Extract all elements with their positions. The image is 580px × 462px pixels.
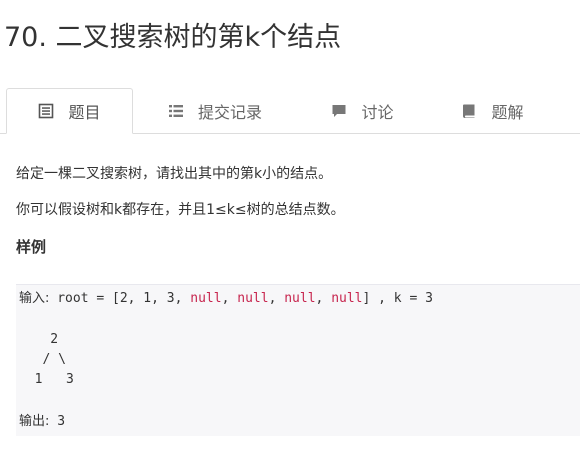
output-label: 输出: — [19, 414, 50, 429]
example-code-block: 输入: root = [2, 1, 3, null, null, null, n… — [16, 284, 580, 436]
tree-line-root: 2 — [19, 332, 59, 347]
page-title: 70. 二叉搜索树的第k个结点 — [4, 22, 342, 53]
comma: , — [268, 291, 285, 306]
root-assign: root = [2, 1, 3, — [49, 291, 191, 306]
tab-label: 题解 — [491, 103, 524, 122]
tab-solutions[interactable]: 题解 — [440, 88, 545, 134]
null-keyword: null — [237, 291, 269, 306]
description-line-2: 你可以假设树和k都存在，并且1≤k≤树的总结点数。 — [16, 202, 345, 218]
problem-description: 给定一棵二叉搜索树，请找出其中的第k小的结点。 你可以假设树和k都存在，并且1≤… — [16, 164, 572, 257]
problem-tabs: 题目 提交记录 讨论 题解 — [0, 88, 580, 134]
tab-label: 提交记录 — [197, 103, 262, 122]
input-label: 输入: — [19, 291, 50, 306]
example-input-line: 输入: root = [2, 1, 3, null, null, null, n… — [19, 290, 433, 308]
null-keyword: null — [284, 291, 316, 306]
example-output-line: 输出: 3 — [19, 413, 65, 431]
output-value: 3 — [49, 414, 66, 429]
tree-line-leaves: 1 3 — [19, 372, 74, 387]
tab-label: 讨论 — [361, 103, 394, 122]
tab-submissions[interactable]: 提交记录 — [140, 88, 290, 134]
document-list-icon — [38, 103, 54, 119]
example-heading: 样例 — [16, 238, 47, 256]
tab-discussion[interactable]: 讨论 — [300, 88, 425, 134]
description-line-1: 给定一棵二叉搜索树，请找出其中的第k小的结点。 — [16, 166, 333, 182]
tab-label: 题目 — [68, 103, 101, 122]
tab-problem[interactable]: 题目 — [6, 88, 133, 134]
comma: , — [221, 291, 238, 306]
null-keyword: null — [190, 291, 222, 306]
list-icon — [168, 103, 184, 119]
comment-icon — [331, 103, 347, 119]
tree-line-branches: / \ — [19, 352, 66, 367]
comma: , — [315, 291, 332, 306]
null-keyword: null — [331, 291, 363, 306]
book-icon — [461, 103, 477, 119]
input-tail: ] , k = 3 — [362, 291, 433, 306]
